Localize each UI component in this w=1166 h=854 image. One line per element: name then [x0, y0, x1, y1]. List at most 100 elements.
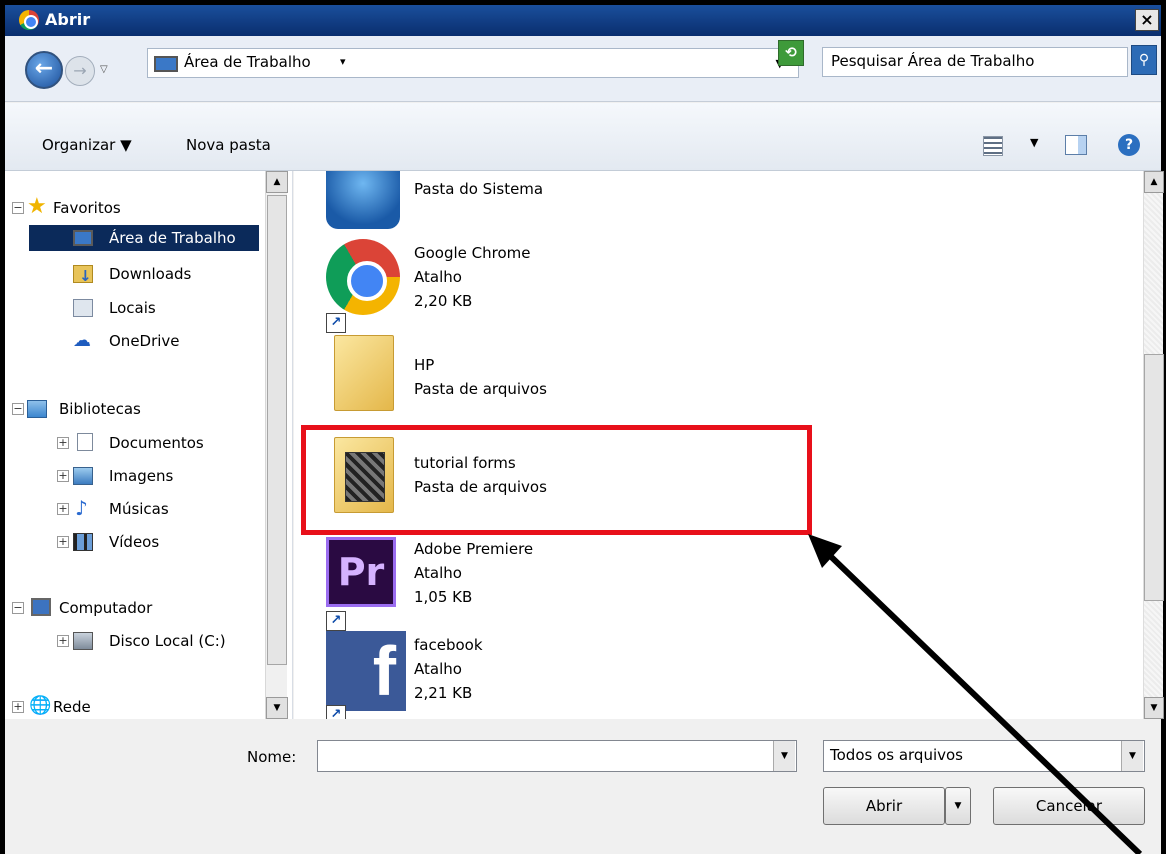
search-icon[interactable]: ⚲: [1131, 45, 1157, 75]
breadcrumb-arrow-icon[interactable]: ▾: [340, 55, 346, 68]
file-type: Pasta de arquivos: [414, 380, 547, 398]
file-item-system[interactable]: Pasta do Sistema: [294, 171, 814, 247]
nav-libraries-label: Bibliotecas: [59, 400, 141, 418]
sidebar-item-label: Disco Local (C:): [109, 632, 226, 650]
open-options-icon[interactable]: ▼: [945, 787, 971, 825]
chrome-icon: [326, 239, 400, 315]
scroll-up-icon[interactable]: ▲: [266, 171, 288, 193]
nav-computer[interactable]: − Computador: [12, 595, 259, 621]
downloads-icon: [73, 263, 93, 289]
file-type: Atalho: [414, 660, 462, 678]
history-dropdown-icon[interactable]: ▽: [100, 64, 108, 75]
computer-icon: [31, 598, 51, 616]
network-globe-icon: 🌐: [29, 695, 52, 716]
toolbar: Organizar ▼ Nova pasta ▼ ?: [5, 103, 1161, 171]
nav-network-label: Rede: [53, 698, 91, 716]
file-name: facebook: [414, 636, 483, 654]
recent-places-icon: [73, 299, 93, 317]
file-item-facebook[interactable]: f ↗ facebook Atalho 2,21 KB: [294, 631, 814, 719]
shortcut-arrow-icon: ↗: [326, 705, 346, 719]
star-icon: ★: [27, 194, 47, 219]
address-bar[interactable]: Área de Trabalho ▾ ▼: [147, 48, 799, 78]
photo-thumbnail-icon: [345, 452, 385, 502]
libraries-icon: [27, 400, 47, 418]
dialog-footer: Nome: ▼ Todos os arquivos ▼ Abrir ▼ Canc…: [5, 719, 1161, 854]
navigation-pane: − ★ Favoritos Área de Trabalho Downloads…: [5, 171, 293, 719]
chrome-logo-icon: [19, 10, 39, 30]
view-dropdown-icon[interactable]: ▼: [1030, 136, 1038, 149]
file-item-premiere[interactable]: Pr ↗ Adobe Premiere Atalho 1,05 KB: [294, 537, 814, 631]
file-name: Pasta do Sistema: [414, 180, 544, 198]
title-bar: Abrir ×: [5, 5, 1161, 36]
music-note-icon: ♪: [75, 496, 88, 520]
back-button[interactable]: ←: [25, 51, 63, 89]
close-button[interactable]: ×: [1135, 9, 1159, 31]
sidebar-item-desktop[interactable]: Área de Trabalho: [29, 225, 259, 251]
scroll-up-icon[interactable]: ▲: [1144, 171, 1164, 193]
facebook-icon: f: [326, 631, 406, 711]
refresh-button[interactable]: ⟲: [778, 40, 804, 66]
nav-scrollbar[interactable]: ▲ ▼: [265, 171, 288, 719]
expand-icon[interactable]: +: [12, 701, 24, 713]
scroll-thumb[interactable]: [1144, 354, 1164, 601]
system-folder-icon: [326, 171, 400, 229]
file-size: 2,21 KB: [414, 684, 473, 702]
sidebar-item-label: Área de Trabalho: [109, 229, 236, 247]
collapse-icon[interactable]: −: [12, 202, 24, 214]
sidebar-item-label: OneDrive: [109, 332, 180, 350]
forward-button[interactable]: →: [65, 56, 95, 86]
documents-icon: [77, 433, 93, 451]
file-name: HP: [414, 356, 435, 374]
sidebar-item-label: Vídeos: [109, 533, 160, 551]
nav-libraries[interactable]: − Bibliotecas: [12, 396, 259, 422]
desktop-icon: [154, 56, 178, 72]
window-title: Abrir: [45, 10, 91, 29]
sidebar-item-label: Locais: [109, 299, 156, 317]
filename-dropdown-icon[interactable]: ▼: [773, 741, 795, 771]
change-view-icon[interactable]: [983, 136, 1003, 156]
expand-icon[interactable]: +: [57, 437, 69, 449]
local-disk-icon: [73, 632, 93, 650]
name-label: Nome:: [247, 748, 297, 766]
breadcrumb-location[interactable]: Área de Trabalho: [184, 53, 311, 71]
help-icon[interactable]: ?: [1118, 134, 1140, 156]
file-list: Pasta do Sistema ↗ Google Chrome Atalho …: [294, 171, 1144, 719]
new-folder-button[interactable]: Nova pasta: [186, 136, 271, 154]
desktop-icon: [73, 230, 93, 246]
file-type: Atalho: [414, 268, 462, 286]
expand-icon[interactable]: +: [57, 503, 69, 515]
open-button[interactable]: Abrir: [823, 787, 945, 825]
expand-icon[interactable]: +: [57, 536, 69, 548]
shortcut-arrow-icon: ↗: [326, 611, 346, 631]
scroll-down-icon[interactable]: ▼: [266, 697, 288, 719]
videos-icon: [73, 533, 93, 551]
collapse-icon[interactable]: −: [12, 403, 24, 415]
file-item-chrome[interactable]: ↗ Google Chrome Atalho 2,20 KB: [294, 239, 814, 333]
file-type-select[interactable]: Todos os arquivos: [823, 740, 1145, 772]
file-item-hp[interactable]: HP Pasta de arquivos: [294, 335, 814, 429]
nav-network[interactable]: + 🌐 Rede: [12, 694, 259, 720]
file-item-tutorial-forms[interactable]: tutorial forms Pasta de arquivos: [294, 437, 814, 531]
file-list-scrollbar[interactable]: ▲ ▼: [1143, 171, 1164, 719]
search-input[interactable]: Pesquisar Área de Trabalho: [822, 47, 1128, 77]
cancel-button[interactable]: Cancelar: [993, 787, 1145, 825]
scroll-down-icon[interactable]: ▼: [1144, 697, 1164, 719]
expand-icon[interactable]: +: [57, 635, 69, 647]
filename-input[interactable]: [317, 740, 797, 772]
nav-favorites[interactable]: − ★ Favoritos: [12, 195, 259, 221]
expand-icon[interactable]: +: [57, 470, 69, 482]
folder-photo-icon: [334, 437, 394, 513]
preview-pane-icon[interactable]: [1065, 135, 1087, 155]
file-name: Google Chrome: [414, 244, 531, 262]
file-type-dropdown-icon[interactable]: ▼: [1121, 741, 1143, 771]
shortcut-arrow-icon: ↗: [326, 313, 346, 333]
nav-favorites-label: Favoritos: [53, 199, 121, 217]
organize-button[interactable]: Organizar ▼: [42, 136, 132, 154]
collapse-icon[interactable]: −: [12, 602, 24, 614]
file-size: 2,20 KB: [414, 292, 473, 310]
pictures-icon: [73, 467, 93, 485]
open-file-dialog: Abrir × ← → ▽ Área de Trabalho ▾ ▼ ⟲ Pes…: [0, 0, 1166, 854]
scroll-thumb[interactable]: [267, 195, 287, 665]
sidebar-item-label: Downloads: [109, 265, 192, 283]
nav-computer-label: Computador: [59, 599, 153, 617]
